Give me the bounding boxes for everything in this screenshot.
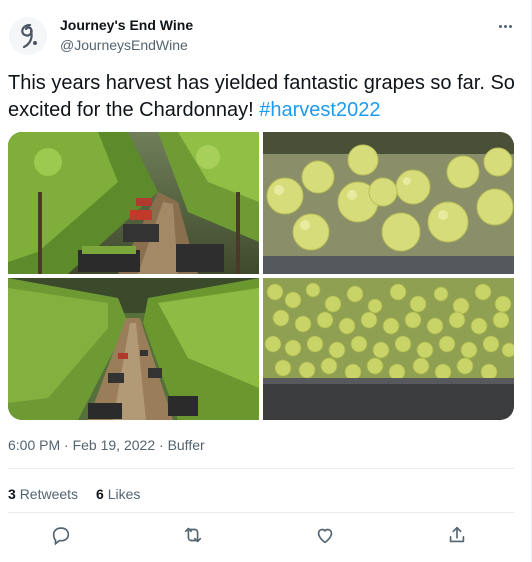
retweets-count: 3 [8, 486, 16, 502]
tweet-card: Journey's End Wine @JourneysEndWine This… [0, 0, 532, 562]
likes-label: Likes [107, 486, 141, 502]
tweet-meta: 6:00 PM · Feb 19, 2022 · Buffer [8, 436, 205, 454]
tweet-text: This years harvest has yielded fantastic… [8, 70, 518, 124]
tweet-time[interactable]: 6:00 PM [8, 437, 60, 453]
journeys-end-logo-icon [9, 17, 47, 55]
tweet-date[interactable]: Feb 19, 2022 [73, 437, 156, 453]
avatar[interactable] [8, 16, 48, 56]
media-photo-4[interactable] [263, 278, 514, 420]
media-grid [8, 132, 514, 420]
tweet-stats: 3 Retweets 6 Likes [8, 486, 140, 502]
reply-icon[interactable] [50, 524, 74, 548]
tweet-actions [50, 524, 470, 548]
retweets-label: Retweets [19, 486, 79, 502]
retweet-icon[interactable] [182, 524, 206, 548]
like-icon[interactable] [314, 524, 338, 548]
likes-count: 6 [96, 486, 104, 502]
author-block: Journey's End Wine @JourneysEndWine [60, 16, 193, 54]
media-photo-2[interactable] [263, 132, 514, 274]
hashtag-link[interactable]: #harvest2022 [259, 99, 380, 121]
share-icon[interactable] [446, 524, 470, 548]
tweet-source[interactable]: Buffer [168, 437, 205, 453]
meta-separator: · [64, 437, 73, 453]
divider [8, 512, 514, 513]
author-handle[interactable]: @JourneysEndWine [60, 36, 193, 54]
author-name[interactable]: Journey's End Wine [60, 16, 193, 34]
divider [8, 468, 514, 469]
more-options-icon[interactable] [495, 16, 515, 36]
likes-stat[interactable]: 6 Likes [96, 486, 140, 502]
media-photo-3[interactable] [8, 278, 259, 420]
meta-separator: · [159, 437, 168, 453]
media-photo-1[interactable] [8, 132, 259, 274]
retweets-stat[interactable]: 3 Retweets [8, 486, 78, 502]
